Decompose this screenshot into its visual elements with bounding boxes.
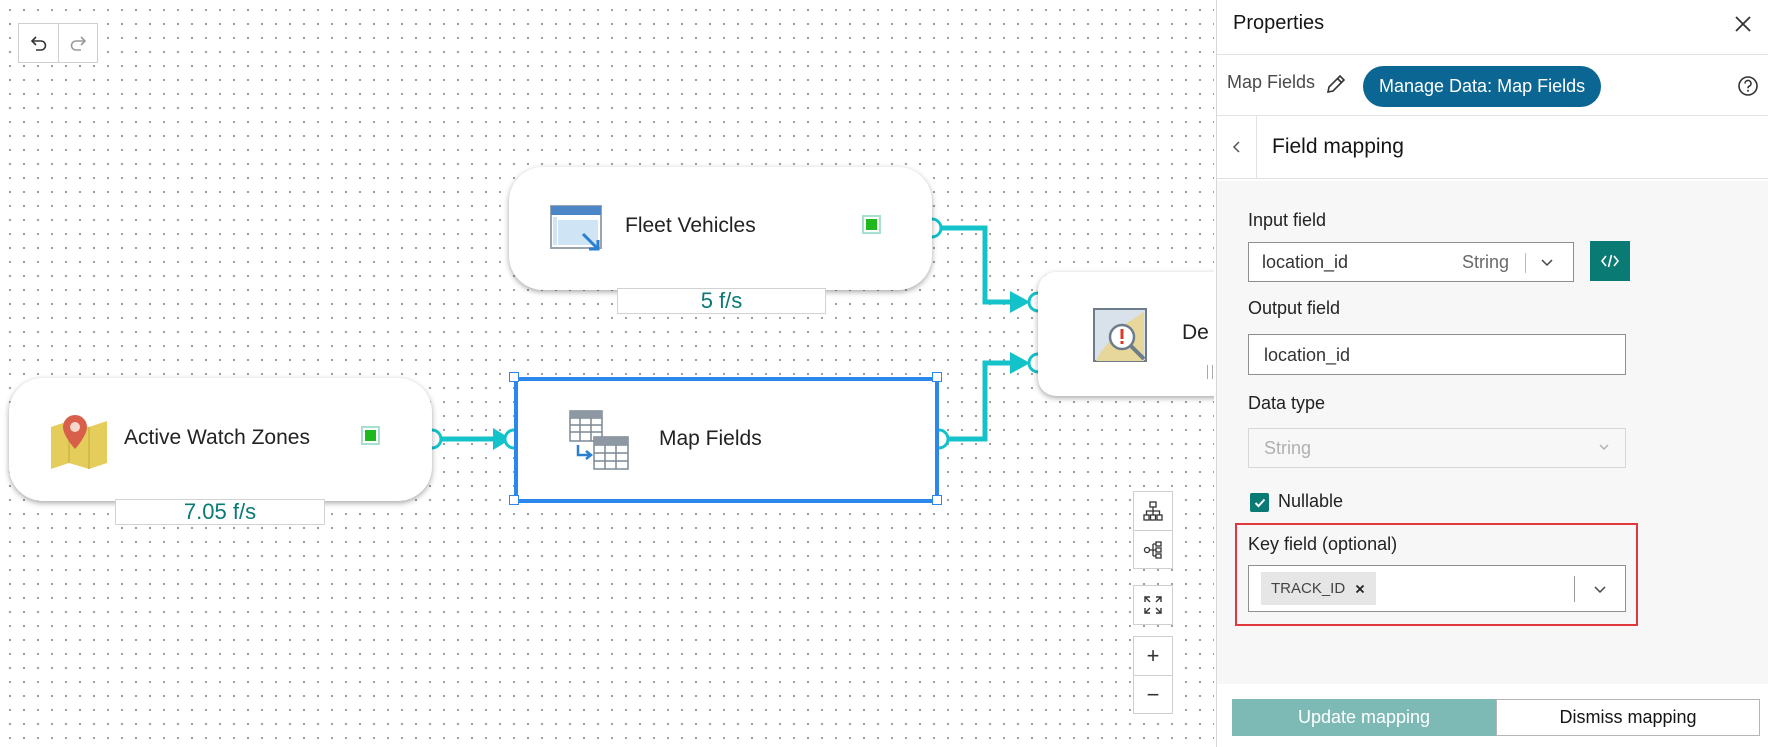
- node-active-watch-zones[interactable]: Active Watch Zones: [9, 378, 432, 501]
- feed-table-icon: [550, 205, 602, 251]
- resize-grip[interactable]: [1207, 365, 1213, 379]
- node-label: Fleet Vehicles: [625, 214, 756, 237]
- tool-row: Map Fields Manage Data: Map Fields: [1217, 55, 1768, 116]
- map-pin-icon: [51, 415, 107, 469]
- input-field-value: location_id: [1262, 252, 1349, 272]
- node-fleet-vehicles[interactable]: Fleet Vehicles: [509, 167, 932, 290]
- zoom-controls: + −: [1133, 636, 1173, 714]
- input-field-select[interactable]: location_id String: [1248, 242, 1574, 282]
- key-field-select[interactable]: TRACK_ID: [1248, 565, 1626, 612]
- auto-layout-button[interactable]: [1134, 492, 1172, 530]
- data-type-value: String: [1264, 438, 1312, 458]
- input-field-type: String: [1462, 252, 1510, 272]
- help-icon[interactable]: [1737, 75, 1759, 97]
- node-detect-partial[interactable]: De: [1038, 272, 1214, 396]
- key-field-highlight: Key field (optional) TRACK_ID: [1235, 523, 1638, 626]
- node-label: Active Watch Zones: [124, 426, 310, 449]
- update-mapping-button[interactable]: Update mapping: [1232, 699, 1496, 736]
- chip-remove-button[interactable]: [1355, 584, 1365, 594]
- node-label: Map Fields: [659, 427, 762, 450]
- selection-handle[interactable]: [932, 372, 942, 382]
- panel-header: Properties: [1217, 0, 1768, 55]
- rate-badge: 7.05 f/s: [115, 499, 325, 525]
- chevron-down-icon: [1599, 444, 1609, 450]
- selection-handle[interactable]: [932, 495, 942, 505]
- fit-to-screen-button[interactable]: [1134, 586, 1172, 624]
- chip-label: TRACK_ID: [1271, 580, 1346, 597]
- dismiss-mapping-button[interactable]: Dismiss mapping: [1496, 699, 1760, 736]
- tree-layout-icon: [1143, 540, 1162, 559]
- fit-to-screen-icon: [1144, 596, 1162, 614]
- chevron-left-icon: [1232, 141, 1240, 153]
- data-type-select: String: [1248, 428, 1626, 468]
- pencil-icon[interactable]: [1325, 73, 1347, 95]
- expression-button[interactable]: [1590, 241, 1630, 281]
- divider: [1525, 253, 1526, 273]
- nullable-checkbox[interactable]: [1250, 493, 1269, 512]
- section-header: Field mapping: [1217, 116, 1768, 179]
- key-field-chip: TRACK_ID: [1261, 572, 1377, 605]
- chevron-down-icon: [1541, 259, 1553, 267]
- input-field-label: Input field: [1248, 210, 1327, 230]
- tool-type-chip: Manage Data: Map Fields: [1363, 66, 1602, 107]
- zoom-in-button[interactable]: +: [1134, 637, 1172, 675]
- section-title: Field mapping: [1272, 135, 1404, 158]
- detect-incidents-icon: [1093, 308, 1147, 362]
- check-icon: [1254, 498, 1265, 507]
- status-indicator: [361, 426, 380, 445]
- tool-name: Map Fields: [1227, 72, 1316, 92]
- output-field-input[interactable]: location_id: [1248, 334, 1626, 375]
- key-field-label: Key field (optional): [1248, 534, 1398, 554]
- properties-panel: Properties Map Fields Manage Data: Map F…: [1216, 0, 1768, 747]
- layout-controls: [1133, 491, 1173, 569]
- layout-icon: [1143, 501, 1163, 521]
- chevron-down-icon: [1594, 586, 1606, 594]
- field-mapping-form: Input field location_id String Output fi…: [1217, 181, 1768, 684]
- node-map-fields[interactable]: Map Fields: [514, 377, 939, 503]
- connector-lines: [421, 217, 1049, 450]
- close-icon[interactable]: [1732, 13, 1754, 35]
- output-field-label: Output field: [1248, 298, 1341, 318]
- close-icon: [1356, 584, 1365, 593]
- data-type-label: Data type: [1248, 393, 1326, 413]
- tree-layout-button[interactable]: [1134, 530, 1172, 568]
- divider: [1574, 576, 1575, 602]
- nullable-label: Nullable: [1278, 491, 1344, 511]
- output-field-value: location_id: [1264, 345, 1351, 365]
- fit-controls: [1133, 585, 1173, 625]
- map-fields-icon: [569, 410, 629, 470]
- selection-handle[interactable]: [509, 372, 519, 382]
- node-label: De: [1182, 321, 1209, 344]
- zoom-out-button[interactable]: −: [1134, 675, 1172, 713]
- code-icon: [1600, 254, 1620, 268]
- back-button[interactable]: [1217, 116, 1257, 178]
- status-indicator: [862, 215, 881, 234]
- rate-badge: 5 f/s: [617, 288, 826, 314]
- panel-title: Properties: [1233, 12, 1325, 34]
- selection-handle[interactable]: [509, 495, 519, 505]
- panel-footer: Update mapping Dismiss mapping: [1217, 684, 1768, 747]
- model-canvas[interactable]: Fleet Vehicles 5 f/s De Active Watch Zon…: [0, 0, 1214, 747]
